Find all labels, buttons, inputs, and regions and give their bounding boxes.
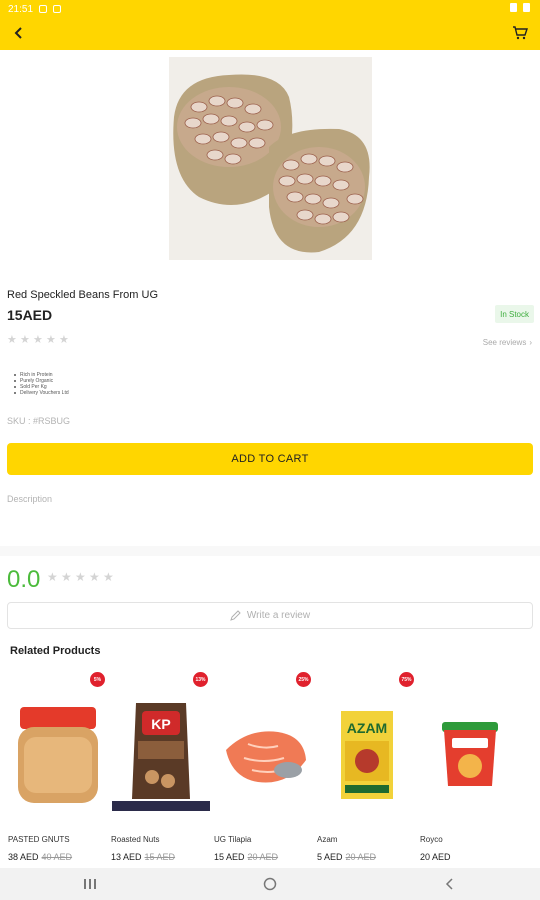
current-price: 13 AED: [111, 852, 142, 862]
product-image: [169, 57, 372, 260]
product-rating: ★ ★ ★ ★ ★: [7, 334, 69, 346]
product-detail-page: 21:51 Red Speckled Beans From UG 15AED I…: [0, 0, 540, 900]
home-button[interactable]: [250, 872, 290, 896]
product-thumbnail: [214, 690, 314, 820]
see-reviews-link[interactable]: See reviews ›: [483, 338, 532, 347]
feature-list: Rich in Protein Purely Organic Sold Per …: [14, 372, 69, 396]
related-product-price: 5 AED 20 AED: [317, 852, 376, 862]
old-price: 20 AED: [345, 852, 377, 862]
beans-photo: [169, 57, 372, 260]
star-icon: ★: [20, 334, 30, 346]
discount-badge: 25%: [296, 672, 311, 687]
star-icon: ★: [47, 570, 58, 584]
recent-apps-icon: [84, 879, 96, 889]
status-time: 21:51: [8, 3, 34, 15]
old-price: 40 AED: [41, 852, 73, 862]
related-product-card[interactable]: Royco 20 AED: [420, 668, 522, 868]
old-price: 15 AED: [144, 852, 176, 862]
related-product-name: PASTED GNUTS: [8, 835, 70, 844]
star-icon: ★: [7, 334, 17, 346]
product-thumbnail: [420, 690, 520, 820]
sync-icon: [53, 5, 62, 13]
related-product-name: Roasted Nuts: [111, 835, 160, 844]
section-divider: [0, 546, 540, 556]
add-to-cart-button[interactable]: ADD TO CART: [7, 443, 533, 475]
discount-badge: 13%: [193, 672, 208, 687]
current-price: 20 AED: [420, 852, 451, 862]
related-product-card[interactable]: 25% UG Tilapia 15 AED 20 AED: [214, 668, 316, 868]
wifi-icon: [510, 3, 517, 12]
product-name: Red Speckled Beans From UG: [7, 289, 159, 301]
related-products-title: Related Products: [10, 645, 101, 657]
product-sku: SKU : #RSBUG: [7, 416, 71, 426]
related-product-price: 15 AED 20 AED: [214, 852, 278, 862]
star-icon: ★: [75, 570, 86, 584]
overall-rating-score: 0.0: [7, 566, 41, 593]
chevron-right-icon: ›: [529, 338, 532, 347]
current-price: 5 AED: [317, 852, 343, 862]
battery-icon: [523, 3, 530, 12]
related-product-name: UG Tilapia: [214, 835, 252, 844]
star-icon: ★: [59, 334, 69, 346]
back-button[interactable]: [8, 22, 30, 44]
system-back-button[interactable]: [430, 872, 470, 896]
feature-item: Delivery Vouchers Ltd: [14, 390, 69, 396]
overall-rating-stars: ★ ★ ★ ★ ★: [47, 570, 115, 584]
notification-icon: [39, 5, 48, 13]
svg-text:AZAM: AZAM: [347, 720, 387, 736]
current-price: 15 AED: [214, 852, 245, 862]
write-review-button[interactable]: Write a review: [7, 602, 533, 629]
related-product-card[interactable]: 75% AZAM Azam 5 AED 20 AED: [317, 668, 419, 868]
arrow-left-icon: [14, 27, 22, 39]
home-icon: [263, 877, 277, 891]
discount-badge: 75%: [399, 672, 414, 687]
related-product-price: 13 AED 15 AED: [111, 852, 175, 862]
related-product-card[interactable]: 13% KP Roasted Nuts 13 AED 15 AED: [111, 668, 213, 868]
app-header: 21:51: [0, 0, 540, 50]
related-product-name: Royco: [420, 835, 443, 844]
system-navigation-bar: [0, 868, 540, 900]
related-product-price: 20 AED: [420, 852, 451, 862]
see-reviews-label: See reviews: [482, 338, 527, 347]
related-products-list: 5% PASTED GNUTS 38 AED 40 AED 13% KP Roas…: [0, 668, 540, 868]
status-indicators: [510, 3, 530, 12]
star-icon: ★: [61, 570, 72, 584]
shopping-cart-icon: [513, 26, 528, 40]
star-icon: ★: [33, 334, 43, 346]
related-product-price: 38 AED 40 AED: [8, 852, 72, 862]
write-review-label: Write a review: [246, 610, 311, 621]
stock-badge: In Stock: [495, 305, 534, 323]
recent-apps-button[interactable]: [70, 872, 110, 896]
product-thumbnail: AZAM: [317, 690, 417, 820]
old-price: 20 AED: [247, 852, 279, 862]
discount-badge: 5%: [90, 672, 105, 687]
related-product-card[interactable]: 5% PASTED GNUTS 38 AED 40 AED: [8, 668, 110, 868]
chevron-left-icon: [445, 878, 453, 890]
current-price: 38 AED: [8, 852, 39, 862]
product-thumbnail: KP: [111, 690, 211, 820]
cart-button[interactable]: [508, 22, 532, 44]
star-icon: ★: [89, 570, 100, 584]
status-bar: 21:51: [8, 2, 62, 16]
product-price: 15AED: [7, 307, 53, 323]
related-product-name: Azam: [317, 835, 338, 844]
pencil-icon: [230, 610, 241, 621]
star-icon: ★: [46, 334, 56, 346]
product-thumbnail: [8, 690, 108, 820]
description-label: Description: [7, 494, 53, 504]
star-icon: ★: [103, 570, 114, 584]
svg-text:KP: KP: [151, 716, 170, 732]
